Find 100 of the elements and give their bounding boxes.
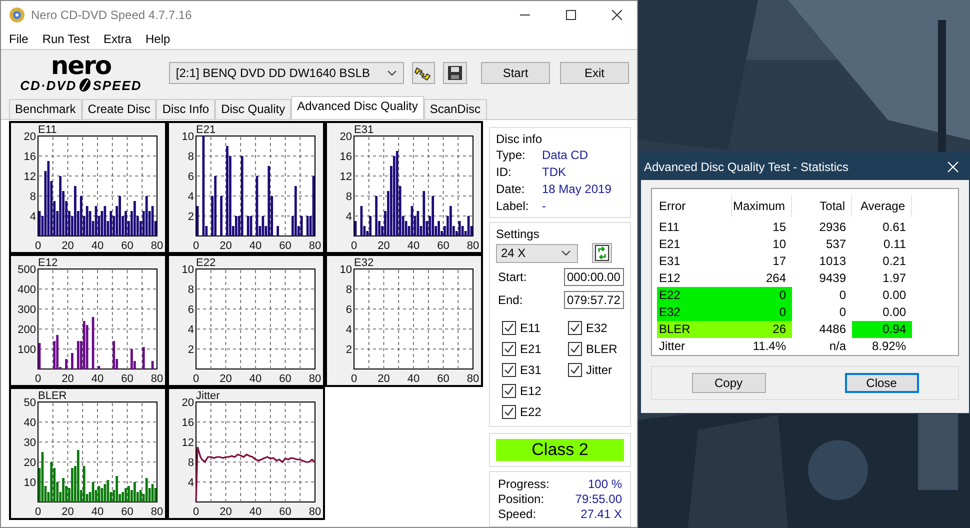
column-header[interactable]: Maximum (732, 195, 792, 217)
tick-label: 60 (279, 240, 292, 252)
menu-item[interactable]: File (9, 32, 28, 46)
info-label: ID: (496, 165, 512, 179)
table-cell-text: 1.97 (882, 270, 907, 287)
tick-label: 80 (308, 506, 322, 518)
tick-label: 8 (346, 284, 352, 296)
tab[interactable]: Advanced Disc Quality (291, 96, 424, 119)
tick-label: 2 (188, 211, 194, 223)
tick-label: 40 (249, 240, 262, 252)
tick-label: 6 (188, 304, 194, 316)
menu-item[interactable]: Extra (103, 32, 132, 46)
progress-label: Position: (498, 492, 546, 506)
tick-label: 20 (340, 131, 352, 143)
checkbox-label: E32 (586, 320, 608, 334)
tick-label: 2 (188, 344, 194, 356)
tick-label: 40 (407, 373, 420, 385)
tick-label: 40 (249, 373, 262, 385)
toolbar-button[interactable]: Exit (560, 62, 629, 84)
tab[interactable]: Benchmark (9, 99, 82, 119)
field-label: Start: (498, 270, 527, 284)
tick-label: 80 (308, 373, 322, 385)
menu-item[interactable]: Help (146, 32, 170, 46)
table-cell: E22 (657, 287, 732, 304)
tick-label: 8 (30, 191, 36, 203)
tick-label: 20 (24, 457, 36, 469)
table-cell-text: n/a (828, 338, 847, 355)
tick-label: 300 (18, 304, 36, 316)
tick-label: 100 (18, 344, 36, 356)
table-cell-text: E31 (658, 253, 682, 270)
dialog-button[interactable]: Copy (692, 373, 766, 393)
tick-label: 20 (24, 131, 36, 143)
tick-label: 60 (121, 240, 134, 252)
tick-label: 0 (192, 240, 200, 252)
chart-title: E11 (38, 124, 57, 136)
column-header[interactable]: Total (792, 195, 852, 217)
tab[interactable]: ScanDisc (424, 99, 487, 119)
table-cell-text: 0.00 (882, 287, 907, 304)
tick-label: 40 (249, 506, 262, 518)
table-cell-text: 1013 (818, 253, 847, 270)
tick-label: 6 (188, 171, 194, 183)
table-cell-text: 0.11 (882, 236, 907, 253)
table-cell: E32 (657, 304, 732, 321)
table-cell-text: E12 (658, 270, 682, 287)
tab[interactable]: Disc Info (156, 99, 216, 119)
tick-label: 80 (150, 373, 164, 385)
tick-label: 0 (350, 240, 358, 252)
tick-label: 400 (18, 284, 36, 296)
tick-label: 8 (346, 191, 352, 203)
tick-label: 20 (220, 506, 232, 518)
tab[interactable]: Disc Quality (215, 99, 292, 119)
table-cell: 0 (732, 304, 792, 321)
tick-label: 10 (340, 264, 352, 276)
tick-label: 16 (24, 151, 36, 163)
input-field[interactable]: 079:57.72 (564, 291, 624, 309)
window-title: Nero CD-DVD Speed 4.7.7.16 (31, 8, 192, 22)
tick-label: 80 (150, 240, 164, 252)
info-value: Data CD (542, 148, 590, 162)
column-header[interactable]: Error (657, 195, 732, 217)
dialog-button[interactable]: Close (844, 373, 918, 393)
tick-label: 16 (182, 417, 194, 429)
class-badge: Class 2 (496, 439, 624, 461)
info-value: - (542, 199, 547, 213)
progress-label: Speed: (498, 507, 538, 521)
tick-label: 40 (24, 417, 36, 429)
drive-dropdown[interactable]: [2:1] BENQ DVD DD DW1640 BSLB (168, 62, 404, 84)
tick-label: 40 (407, 240, 420, 252)
toolbar-button[interactable]: Start (480, 62, 550, 84)
checkbox-label: Jitter (586, 362, 612, 376)
menu-item[interactable]: Run Test (42, 32, 90, 46)
input-field[interactable]: 000:00.00 (564, 268, 624, 286)
tick-label: 4 (188, 191, 194, 203)
tick-label: 20 (378, 240, 390, 252)
dialog-title: Advanced Disc Quality Test - Statistics (644, 160, 849, 174)
tick-label: 20 (220, 373, 232, 385)
tick-label: 80 (466, 373, 480, 385)
tick-label: 20 (62, 506, 74, 518)
info-label: Date: (496, 182, 526, 196)
tab[interactable]: Create Disc (82, 99, 156, 119)
logo: nero CD·DVD SPEED (19, 53, 143, 92)
checkbox-label: BLER (586, 342, 618, 356)
table-cell-text: 10 (772, 236, 787, 253)
chart-title: E12 (38, 257, 58, 269)
tick-label: 6 (346, 304, 352, 316)
checkbox-label: E22 (520, 404, 542, 418)
table-cell-text: 4486 (818, 321, 847, 338)
progress-value: 79:55.00 (574, 492, 622, 506)
column-header[interactable]: Average (852, 195, 912, 217)
tick-label: 0 (192, 506, 200, 518)
tick-label: 4 (188, 477, 194, 489)
table-cell-text: 0.21 (882, 253, 907, 270)
tick-label: 8 (188, 457, 194, 469)
table-cell-text: 264 (764, 270, 787, 287)
tick-label: 4 (188, 324, 194, 336)
checkbox-label: E21 (520, 342, 542, 356)
speed-dropdown[interactable]: 24 X (496, 244, 578, 262)
tick-label: 80 (308, 240, 322, 252)
tick-label: 0 (34, 373, 42, 385)
tick-label: 60 (437, 240, 450, 252)
group-title: Settings (496, 227, 540, 241)
